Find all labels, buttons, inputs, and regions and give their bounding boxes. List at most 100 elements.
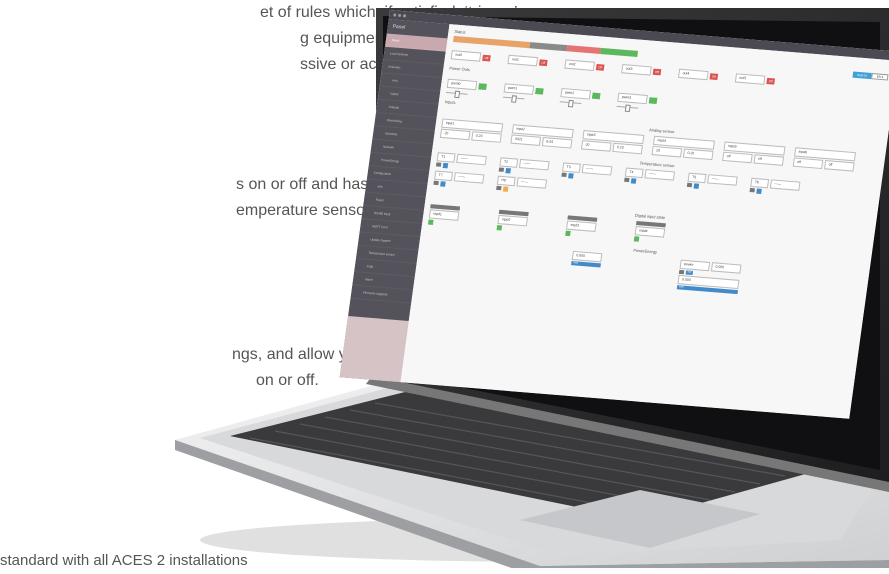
pwm-name: pwm3 xyxy=(617,92,648,105)
status-segment xyxy=(566,45,601,54)
output-name: out5 xyxy=(734,73,766,85)
temp-tag xyxy=(498,167,504,172)
digital-input: inpd4 xyxy=(633,220,666,244)
energy-reading: 0.000 kWh xyxy=(569,250,603,283)
output-name: out4 xyxy=(677,68,709,81)
temp-button[interactable] xyxy=(439,181,446,187)
temp-button[interactable] xyxy=(567,173,574,179)
temp-sensor: T4 ------ xyxy=(624,167,676,186)
pwm-slider[interactable] xyxy=(502,96,525,100)
output-off-button[interactable]: Off xyxy=(595,63,605,71)
output-field: out4 Off xyxy=(677,68,719,81)
pwm-name: pwm0 xyxy=(446,78,478,91)
temp-sensor: H8 ------ xyxy=(496,175,548,195)
pwm-apply-button[interactable] xyxy=(648,96,658,104)
analog-sensor: inpa4 20 0.20 xyxy=(651,135,715,161)
temp-name: T5 xyxy=(687,172,707,184)
output-name: out0 xyxy=(450,50,482,62)
pwm-control: pwm3 xyxy=(616,92,658,110)
output-off-button[interactable]: Off xyxy=(709,72,719,80)
temp-button[interactable] xyxy=(693,183,699,189)
digital-state-indicator xyxy=(633,236,640,242)
app-screen: Panel Panel Load Scheme Overview Ana Inp… xyxy=(339,10,889,419)
power-reading: power 0.000 kW 0.000 kWh xyxy=(676,259,742,295)
output-field: out3 Off xyxy=(621,64,662,76)
temp-name: T1 xyxy=(436,152,456,163)
output-off-button[interactable]: Off xyxy=(539,58,548,66)
humidity-button[interactable] xyxy=(502,186,509,192)
status-segment xyxy=(600,47,639,57)
digital-state-indicator xyxy=(565,230,571,237)
analog-sensor: inpa2 0321 6.04 xyxy=(510,124,574,149)
pwm-slider[interactable] xyxy=(616,105,639,109)
temp-button[interactable] xyxy=(755,188,762,194)
temp-tag xyxy=(749,187,755,193)
output-off-button[interactable]: Off xyxy=(482,54,491,61)
temp-button[interactable] xyxy=(442,162,448,169)
digital-input: inpd1 xyxy=(427,204,461,227)
pwm-apply-button[interactable] xyxy=(535,87,544,95)
window-dot-icon xyxy=(402,14,407,18)
pwm-control: pwm0 xyxy=(446,78,487,96)
temp-tag xyxy=(433,180,439,186)
pwm-apply-button[interactable] xyxy=(478,82,487,90)
analog-value: 6.04 xyxy=(541,136,573,149)
temp-name: H8 xyxy=(496,175,516,187)
analog-value: 0321 xyxy=(510,134,542,146)
temp-sensor: T3 ------ xyxy=(561,162,613,181)
analog-value: off xyxy=(824,160,855,172)
temp-tag xyxy=(686,182,692,188)
temp-tag xyxy=(561,172,567,178)
language-select[interactable]: EN ▾ xyxy=(871,73,889,81)
webui-button[interactable]: Web UI xyxy=(851,71,873,80)
temp-tag xyxy=(435,162,442,167)
temp-sensor: T5 ------ xyxy=(686,172,738,192)
analog-sensor: inpa1 20 0.20 xyxy=(439,118,504,143)
output-name: out1 xyxy=(507,54,539,67)
temp-name: T7 xyxy=(434,170,453,182)
power-unit: kW xyxy=(685,270,694,276)
temp-button[interactable] xyxy=(505,167,511,174)
temp-sensor: T7 ------ xyxy=(433,170,485,189)
digital-input: inpd2 xyxy=(496,209,529,233)
temp-name: T3 xyxy=(562,162,581,173)
main-content: Status Web UI EN ▾ out0 Off out1 Off out2 O… xyxy=(400,24,889,419)
temp-tag xyxy=(496,185,502,191)
temp-name: T2 xyxy=(499,157,519,168)
analog-value: 0.20 xyxy=(612,142,643,155)
pwm-name: pwm1 xyxy=(503,83,535,95)
window-dot-icon xyxy=(397,13,402,18)
output-name: out2 xyxy=(564,59,595,71)
analog-value: 20 xyxy=(651,145,683,158)
temp-tag xyxy=(624,177,630,183)
digital-state-indicator xyxy=(496,225,503,231)
output-field: out0 Off xyxy=(450,50,491,62)
output-field: out5 Off xyxy=(734,73,776,85)
pwm-name: pwm2 xyxy=(560,87,592,100)
analog-value: 20 xyxy=(439,128,471,141)
digital-input: inpd3 xyxy=(565,215,598,238)
analog-value: 0.20 xyxy=(471,131,502,143)
digital-state-indicator xyxy=(427,219,434,225)
temp-sensor: T6 ------ xyxy=(749,177,801,197)
analog-sensor: inpa3 20 0.20 xyxy=(580,129,645,155)
pwm-apply-button[interactable] xyxy=(591,92,601,99)
temp-name: T4 xyxy=(624,167,644,179)
analog-sensor: inpa5 off off xyxy=(722,141,786,166)
status-segment xyxy=(529,42,568,52)
pwm-slider[interactable] xyxy=(446,91,468,95)
analog-value: 20 xyxy=(580,140,612,152)
pwm-slider[interactable] xyxy=(559,101,582,104)
window-dot-icon xyxy=(393,13,397,17)
analog-value: 0.20 xyxy=(682,148,714,161)
temp-button[interactable] xyxy=(630,178,637,184)
analog-value: off xyxy=(792,157,824,170)
output-field: out1 Off xyxy=(507,54,548,67)
output-off-button[interactable]: Off xyxy=(766,77,776,85)
analog-sensor: inpa6 off off xyxy=(792,147,857,172)
sidebar-footer xyxy=(339,316,409,383)
output-off-button[interactable]: Off xyxy=(652,68,662,75)
analog-value: off xyxy=(722,151,753,164)
laptop-illustration: Panel Panel Load Scheme Overview Ana Inp… xyxy=(0,0,889,568)
temp-sensor: T1 ------ xyxy=(435,152,487,171)
